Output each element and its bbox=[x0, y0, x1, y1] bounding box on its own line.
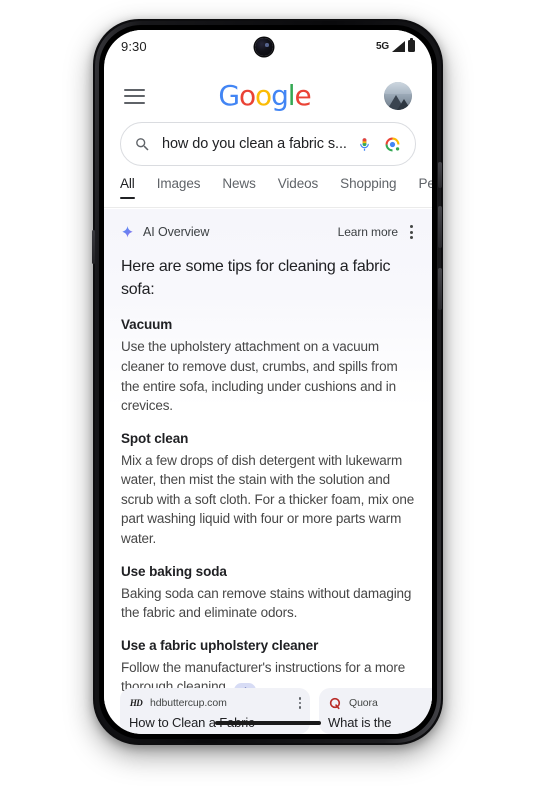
hd-monogram-icon: HD bbox=[129, 696, 143, 710]
ai-overview-panel: AI Overview Learn more Here are some tip… bbox=[104, 209, 432, 704]
tab-videos[interactable]: Videos bbox=[278, 176, 319, 199]
search-bar-container: how do you clean a fabric s... bbox=[104, 122, 432, 166]
source-card-header: HD hdbuttercup.com bbox=[129, 696, 301, 710]
kebab-menu-icon[interactable] bbox=[407, 223, 416, 241]
screenshot-stage: 9:30 5G Google how do you clean a fabric… bbox=[0, 0, 536, 790]
volume-up-button[interactable] bbox=[438, 206, 442, 248]
logo-letter-e: e bbox=[294, 79, 311, 112]
section-body: Baking soda can remove stains without da… bbox=[121, 585, 412, 621]
search-icon bbox=[136, 137, 149, 151]
tab-news[interactable]: News bbox=[222, 176, 255, 199]
home-gesture-bar[interactable] bbox=[215, 721, 321, 725]
section-heading: Use a fabric upholstery cleaner bbox=[121, 637, 319, 653]
ai-section-baking-soda: Use baking soda Baking soda can remove s… bbox=[121, 564, 415, 623]
signal-bars-icon bbox=[392, 40, 405, 52]
front-camera-punch-hole bbox=[255, 38, 273, 56]
ai-overview-header: AI Overview Learn more bbox=[104, 209, 432, 249]
microphone-icon[interactable] bbox=[357, 135, 372, 154]
tab-images[interactable]: Images bbox=[157, 176, 201, 199]
source-card-quora[interactable]: Quora What is the bbox=[319, 688, 432, 734]
learn-more-link[interactable]: Learn more bbox=[338, 225, 398, 239]
app-header: Google bbox=[104, 72, 432, 120]
google-lens-icon[interactable] bbox=[383, 135, 402, 154]
ai-sparkle-icon bbox=[122, 225, 133, 237]
source-cards-row: HD hdbuttercup.com How to Clean a Fabric bbox=[104, 688, 432, 734]
avatar[interactable] bbox=[384, 82, 412, 110]
phone-screen: 9:30 5G Google how do you clean a fabric… bbox=[104, 30, 432, 734]
status-time: 9:30 bbox=[121, 38, 147, 54]
ai-overview-body: Here are some tips for cleaning a fabric… bbox=[104, 256, 432, 698]
section-body: Use the upholstery attachment on a vacuu… bbox=[121, 339, 398, 414]
network-type-label: 5G bbox=[376, 40, 389, 52]
logo-letter-o1: o bbox=[239, 79, 256, 112]
left-side-button[interactable] bbox=[92, 230, 95, 264]
section-heading: Vacuum bbox=[121, 317, 173, 333]
logo-letter-g1: G bbox=[218, 79, 240, 112]
favicon-text: HD bbox=[129, 698, 143, 708]
section-body: Mix a few drops of dish detergent with l… bbox=[121, 452, 415, 546]
avatar-mountain-peak-second bbox=[397, 99, 411, 110]
source-domain: hdbuttercup.com bbox=[150, 697, 227, 709]
section-heading: Use baking soda bbox=[121, 563, 227, 579]
quora-q-icon bbox=[328, 696, 342, 710]
status-icons: 5G bbox=[376, 38, 415, 52]
ai-overview-title: AI Overview bbox=[143, 225, 210, 239]
source-title: What is the bbox=[328, 715, 392, 730]
battery-full-icon bbox=[408, 38, 415, 52]
google-logo: Google bbox=[218, 79, 311, 112]
logo-letter-g2: g bbox=[271, 79, 289, 112]
ai-overview-actions: Learn more bbox=[338, 223, 416, 241]
kebab-menu-icon[interactable] bbox=[298, 697, 301, 709]
avatar-sky bbox=[384, 82, 412, 94]
source-card-header: Quora bbox=[328, 696, 432, 710]
tab-shopping[interactable]: Shopping bbox=[340, 176, 396, 199]
hamburger-menu-icon[interactable] bbox=[124, 88, 145, 104]
logo-letter-o2: o bbox=[255, 79, 272, 112]
search-input[interactable]: how do you clean a fabric s... bbox=[162, 136, 357, 152]
source-card-hdbuttercup[interactable]: HD hdbuttercup.com How to Clean a Fabric bbox=[120, 688, 310, 734]
ai-section-spot-clean: Spot clean Mix a few drops of dish deter… bbox=[121, 431, 415, 549]
search-bar[interactable]: how do you clean a fabric s... bbox=[120, 122, 416, 166]
source-domain: Quora bbox=[349, 697, 378, 709]
search-result-tabs: All Images News Videos Shopping Pers bbox=[104, 176, 432, 208]
ai-overview-lead-text: Here are some tips for cleaning a fabric… bbox=[121, 258, 391, 298]
ai-section-vacuum: Vacuum Use the upholstery attachment on … bbox=[121, 317, 415, 415]
volume-down-button[interactable] bbox=[438, 268, 442, 310]
tab-perspectives[interactable]: Pers bbox=[418, 176, 432, 199]
search-actions bbox=[357, 135, 402, 154]
power-button[interactable] bbox=[438, 162, 442, 188]
section-heading: Spot clean bbox=[121, 430, 189, 446]
ai-overview-title-group: AI Overview bbox=[120, 225, 209, 240]
tab-all[interactable]: All bbox=[120, 176, 135, 199]
